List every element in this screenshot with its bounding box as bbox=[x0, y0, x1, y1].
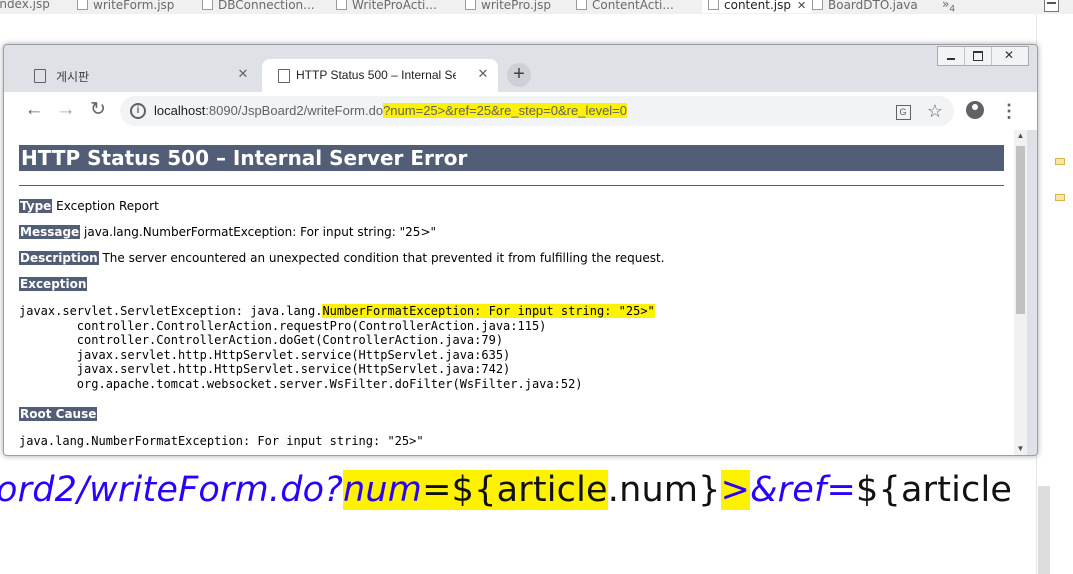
ide-tab-writepro[interactable]: writePro.jsp bbox=[465, 0, 551, 13]
scroll-down-icon[interactable]: ▼ bbox=[1014, 443, 1027, 455]
forward-arrow-icon[interactable]: → bbox=[54, 99, 78, 123]
maximize-icon[interactable] bbox=[965, 47, 992, 65]
ide-tab-writeproaction[interactable]: WriteProActi... bbox=[336, 0, 437, 13]
warning-marker-icon[interactable] bbox=[1055, 158, 1065, 165]
ide-tab-index[interactable]: index.jsp bbox=[0, 0, 50, 13]
url-text[interactable]: localhost:8090/JspBoard2/writeForm.do?nu… bbox=[154, 103, 628, 118]
browser-tab-board[interactable]: 게시판 ✕ bbox=[18, 59, 258, 92]
ide-tab-dbconnection[interactable]: DBConnection... bbox=[202, 0, 315, 13]
ide-tab-contentaction[interactable]: ContentActi... bbox=[576, 0, 674, 13]
window-controls bbox=[937, 46, 1029, 66]
ide-tab-boarddto[interactable]: BoardDTO.java bbox=[812, 0, 918, 13]
page-title: HTTP Status 500 – Internal Server Error bbox=[19, 145, 1004, 171]
chrome-window: 게시판 ✕ HTTP Status 500 – Internal Server … bbox=[3, 44, 1038, 456]
bookmark-star-icon[interactable]: ☆ bbox=[924, 100, 946, 122]
jsp-file-icon bbox=[708, 0, 719, 10]
java-file-icon bbox=[202, 0, 213, 10]
ide-minimize-icon[interactable] bbox=[1044, 0, 1059, 12]
jsp-file-icon bbox=[465, 0, 476, 10]
warning-marker-icon[interactable] bbox=[1055, 194, 1065, 201]
back-arrow-icon[interactable]: ← bbox=[22, 99, 46, 123]
tab-title: 게시판 bbox=[56, 70, 90, 84]
ide-tab-overflow[interactable]: »4 bbox=[942, 0, 955, 14]
reload-icon[interactable]: ↻ bbox=[86, 99, 110, 123]
java-file-icon bbox=[576, 0, 587, 10]
minimize-icon[interactable] bbox=[938, 47, 965, 65]
java-file-icon bbox=[812, 0, 823, 10]
message-row: Message java.lang.NumberFormatException:… bbox=[19, 225, 437, 239]
close-icon[interactable]: ✕ bbox=[797, 0, 806, 12]
browser-toolbar: ← → ↻ i localhost:8090/JspBoard2/writeFo… bbox=[4, 92, 1037, 130]
scroll-up-icon[interactable]: ▲ bbox=[1014, 130, 1027, 142]
page-scrollbar[interactable]: ▲ ▼ bbox=[1014, 130, 1027, 455]
description-row: Description The server encountered an un… bbox=[19, 251, 665, 265]
java-file-icon bbox=[336, 0, 347, 10]
jsp-file-icon bbox=[77, 0, 88, 10]
close-icon[interactable]: ✕ bbox=[474, 65, 492, 83]
ide-scrollbar[interactable] bbox=[1038, 486, 1050, 574]
window-close-icon[interactable] bbox=[992, 47, 1028, 65]
ide-editor-tabs: index.jsp writeForm.jsp DBConnection... … bbox=[0, 0, 1073, 14]
close-icon[interactable]: ✕ bbox=[234, 65, 252, 83]
page-icon bbox=[278, 69, 290, 83]
page-content: HTTP Status 500 – Internal Server Error … bbox=[4, 130, 1014, 455]
divider bbox=[19, 185, 1004, 186]
exception-heading: Exception bbox=[19, 277, 88, 291]
type-row: Type Exception Report bbox=[19, 199, 159, 213]
new-tab-icon[interactable]: + bbox=[507, 63, 531, 87]
info-icon[interactable]: i bbox=[130, 103, 146, 119]
ide-tab-content-jsp[interactable]: content.jsp ✕ bbox=[702, 0, 813, 13]
page-icon bbox=[34, 69, 46, 83]
browser-tab-error[interactable]: HTTP Status 500 – Internal Server Error … bbox=[262, 59, 498, 92]
ide-tab-writeform[interactable]: writeForm.jsp bbox=[77, 0, 174, 13]
jsp-code-line: ord2/writeForm.do?num=${article.num}>&re… bbox=[0, 470, 1013, 510]
more-menu-icon[interactable]: ⋮ bbox=[1000, 98, 1018, 124]
tab-title: HTTP Status 500 – Internal Server Error bbox=[296, 68, 456, 82]
account-avatar-icon[interactable] bbox=[966, 101, 984, 119]
scroll-thumb[interactable] bbox=[1016, 146, 1025, 314]
exception-stacktrace: javax.servlet.ServletException: java.lan… bbox=[19, 304, 655, 391]
root-cause-heading: Root Cause bbox=[19, 407, 98, 421]
address-bar[interactable]: i localhost:8090/JspBoard2/writeForm.do?… bbox=[120, 96, 954, 126]
root-cause-text: java.lang.NumberFormatException: For inp… bbox=[19, 434, 424, 448]
translate-icon[interactable]: G bbox=[892, 100, 914, 122]
